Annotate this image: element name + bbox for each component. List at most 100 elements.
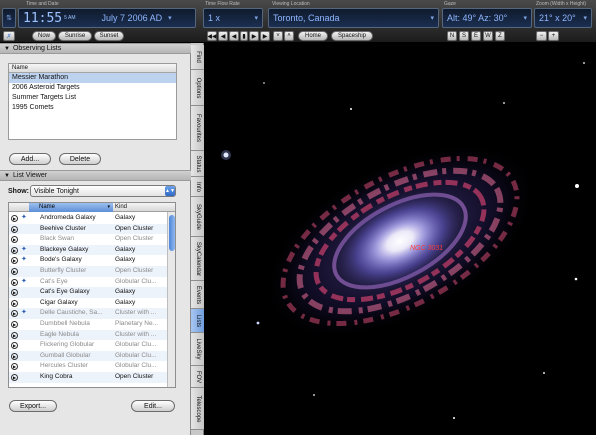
table-row[interactable]: ▶ Beehive Cluster Open Cluster (9, 223, 169, 235)
goto-icon[interactable]: ▶ (11, 374, 18, 381)
stop-button[interactable]: ▮ (240, 31, 248, 41)
table-row[interactable]: ▶ ✦ Cat's Eye Globular Clu... (9, 277, 169, 288)
tab-favourites[interactable]: Favourites (191, 106, 204, 151)
sunrise-button[interactable]: Sunrise (58, 31, 92, 41)
tab-label: Lists (194, 314, 201, 327)
export-button[interactable]: Export... (9, 400, 57, 412)
tab-status[interactable]: Status (191, 151, 204, 177)
sky-view[interactable] (204, 43, 596, 435)
goto-icon[interactable]: ▶ (11, 352, 18, 360)
zoom-field[interactable]: 21° x 20° ▾ (534, 8, 592, 28)
tab-events[interactable]: Events (191, 281, 204, 309)
table-row[interactable]: ▶ Cigar Galaxy Galaxy (9, 298, 169, 309)
row-name: Black Swan (40, 235, 74, 243)
disclosure-triangle-icon: ▼ (4, 45, 10, 52)
observing-lists-header[interactable]: ▼ Observing Lists (0, 43, 191, 54)
flow-rate-field[interactable]: 1 x ▾ (203, 8, 263, 28)
col-header-kind[interactable]: Kind (115, 203, 127, 212)
favourite-icon: ✦ (21, 256, 27, 264)
zenith-button[interactable]: Z (495, 31, 505, 41)
table-row[interactable]: ▶ Gumball Globular Globular Clu... (9, 350, 169, 362)
list-item[interactable]: Summer Targets List (9, 93, 176, 103)
time-mode-button[interactable]: ⇅ (2, 8, 16, 28)
table-row[interactable]: ▶ ✦ Bode's Galaxy Galaxy (9, 255, 169, 266)
tab-info[interactable]: Info (191, 177, 204, 197)
tab-skycalendar[interactable]: SkyCalendar (191, 237, 204, 281)
table-row[interactable]: ▶ Eagle Nebula Cluster with ... (9, 329, 169, 341)
zoom-in-button[interactable]: + (548, 31, 559, 41)
favourite-icon: ✦ (21, 277, 27, 285)
list-viewer-header[interactable]: ▼ List Viewer (0, 170, 191, 181)
table-row[interactable]: ▶ Hercules Cluster Globular Clu... (9, 361, 169, 372)
object-label[interactable]: NGC 3031 (410, 245, 443, 252)
goto-icon[interactable]: ▶ (11, 331, 18, 339)
goto-icon[interactable]: ▶ (11, 299, 18, 307)
col-header-name[interactable]: Name ▾ (29, 203, 113, 212)
goto-icon[interactable]: ▶ (11, 278, 18, 286)
goto-icon[interactable]: ▶ (11, 236, 18, 244)
north-button[interactable]: N (447, 31, 457, 41)
goto-icon[interactable]: ▶ (11, 363, 18, 371)
now-button[interactable]: Now (32, 31, 56, 41)
west-button[interactable]: W (483, 31, 493, 41)
list-item[interactable]: 2006 Asteroid Targets (9, 83, 176, 93)
tab-telescope[interactable]: Telescope (191, 388, 204, 430)
gaze-field[interactable]: Alt: 49° Az: 30° ▾ (442, 8, 532, 28)
row-name: Blackeye Galaxy (40, 245, 89, 253)
scrollbar[interactable] (167, 212, 175, 387)
tab-options[interactable]: Options (191, 70, 204, 106)
delete-button[interactable]: Delete (59, 153, 101, 165)
sunset-button[interactable]: Sunset (94, 31, 124, 41)
add-button[interactable]: Add... (9, 153, 51, 165)
zoom-out-button[interactable]: − (536, 31, 547, 41)
row-name: Cat's Eye (40, 277, 68, 285)
favourite-icon: ✦ (21, 214, 27, 221)
goto-icon[interactable]: ▶ (11, 321, 18, 328)
play-button[interactable]: ▶ (249, 31, 259, 41)
tab-find[interactable]: Find (191, 45, 204, 70)
time-date-field[interactable]: 11:55 5 AM July 7 2006 AD ▾ (18, 8, 196, 28)
spaceship-button[interactable]: Spaceship (331, 31, 373, 41)
step-back-button[interactable]: ◀ (218, 31, 228, 41)
table-row[interactable]: ▶ ✦ Blackeye Galaxy Galaxy (9, 244, 169, 256)
goto-icon[interactable]: ▶ (11, 246, 18, 254)
east-button[interactable]: E (471, 31, 481, 41)
goto-icon[interactable]: ▶ (11, 289, 18, 297)
tab-skyguide[interactable]: SkyGuide (191, 197, 204, 237)
obs-col-name[interactable]: Name (9, 64, 176, 73)
tab-lists[interactable]: Lists (191, 309, 204, 333)
table-row[interactable]: ▶ Flickering Globular Globular Clu... (9, 340, 169, 351)
goto-icon[interactable]: ▶ (11, 310, 18, 318)
step-forward-button[interactable]: ▶ (260, 31, 270, 41)
list-item[interactable]: 1995 Comets (9, 103, 176, 113)
goto-icon[interactable]: ▶ (11, 225, 18, 233)
pin-icon[interactable]: ✗ (3, 31, 15, 41)
tab-livesky[interactable]: LiveSky (191, 333, 204, 366)
step-back-fast-button[interactable]: ◀◀ (207, 31, 217, 41)
show-label: Show: (8, 188, 29, 195)
table-row[interactable]: ▶ Butterfly Cluster Open Cluster (9, 266, 169, 277)
scrollbar-thumb[interactable] (169, 215, 175, 251)
chevron-down-icon[interactable]: ˅ (273, 31, 283, 41)
goto-icon[interactable]: ▶ (11, 268, 18, 275)
tab-fov[interactable]: FOV (191, 366, 204, 388)
south-button[interactable]: S (459, 31, 469, 41)
table-row[interactable]: ▶ ✦ Delle Caustiche, Sa... Cluster with ... (9, 308, 169, 319)
table-row[interactable]: ▶ Black Swan Open Cluster (9, 234, 169, 245)
row-name: Delle Caustiche, Sa... (40, 309, 103, 317)
table-row[interactable]: ▶ Dumbbell Nebula Planetary Ne... (9, 319, 169, 330)
chevron-up-icon[interactable]: ˄ (284, 31, 294, 41)
table-row[interactable]: ▶ King Cobra Open Cluster (9, 372, 169, 383)
show-select[interactable]: Visible Tonight ▲▼ (30, 185, 176, 197)
edit-button[interactable]: Edit... (131, 400, 175, 412)
goto-icon[interactable]: ▶ (11, 257, 18, 265)
table-row[interactable]: ▶ ✦ Andromeda Galaxy Galaxy (9, 213, 169, 224)
date-display: July 7 2006 AD (101, 13, 163, 23)
play-back-button[interactable]: ◀ (229, 31, 239, 41)
goto-icon[interactable]: ▶ (11, 215, 18, 222)
goto-icon[interactable]: ▶ (11, 342, 18, 350)
table-row[interactable]: ▶ Cat's Eye Galaxy Galaxy (9, 287, 169, 298)
home-button[interactable]: Home (298, 31, 328, 41)
list-item[interactable]: Messier Marathon (9, 73, 176, 83)
location-field[interactable]: Toronto, Canada ▾ (268, 8, 439, 28)
